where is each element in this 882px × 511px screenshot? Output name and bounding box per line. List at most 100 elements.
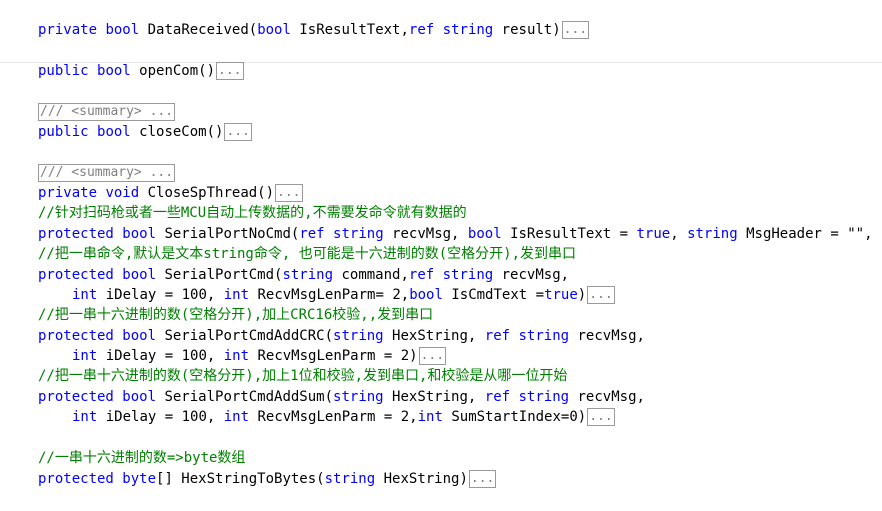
keyword: string [442, 22, 494, 38]
collapsed-region-button[interactable]: ... [418, 347, 447, 365]
keyword: int [72, 287, 98, 303]
keyword: string [324, 471, 376, 487]
code-text: RecvMsgLenParm= 2, [249, 287, 410, 303]
code-line-summary[interactable]: /// <summary> ... [38, 102, 176, 122]
keyword: string [282, 267, 334, 283]
keyword: bool [97, 63, 131, 79]
keyword: string [442, 267, 494, 283]
keyword: ref [299, 226, 325, 242]
keyword: int [72, 409, 98, 425]
keyword: protected [38, 226, 114, 242]
code-text: closeCom() [130, 124, 224, 140]
code-text: result) [493, 22, 561, 38]
code-line-serialportcmd[interactable]: protected bool SerialPortCmd(string comm… [38, 265, 569, 285]
keyword: byte [122, 471, 157, 487]
code-line-serialportcmd-params[interactable]: int iDelay = 100, int RecvMsgLenParm= 2,… [72, 285, 615, 305]
code-line-serialportcmdaddcrc[interactable]: protected bool SerialPortCmdAddCRC(strin… [38, 326, 645, 346]
keyword: void [105, 185, 140, 201]
code-text: IsCmdText = [442, 287, 545, 303]
code-text: HexString, [383, 328, 485, 344]
keyword: protected [38, 328, 114, 344]
code-text: SumStartIndex=0) [442, 409, 587, 425]
code-text: RecvMsgLenParm = 2, [249, 409, 418, 425]
code-text: openCom() [130, 63, 216, 79]
code-text: HexString, [383, 389, 485, 405]
code-line-closecom[interactable]: public bool closeCom()... [38, 122, 252, 142]
code-text: CloseSpThread() [139, 185, 275, 201]
code-text: recvMsg, [383, 226, 468, 242]
collapsed-region-button[interactable]: ... [216, 62, 244, 80]
code-text: iDelay = 100, [97, 287, 224, 303]
collapsed-region-button[interactable]: ... [275, 184, 303, 202]
collapsed-region-button[interactable]: ... [468, 470, 497, 488]
keyword: bool [122, 328, 157, 344]
code-line-serialportcmdaddsum[interactable]: protected bool SerialPortCmdAddSum(strin… [38, 387, 645, 407]
keyword: true [544, 287, 578, 303]
keyword: string [333, 389, 384, 405]
keyword: ref [484, 328, 511, 344]
collapsed-summary-button[interactable]: /// <summary> ... [38, 164, 176, 182]
code-comment: //把一串命令,默认是文本string命令, 也可能是十六进制的数(空格分开),… [38, 246, 577, 262]
keyword: private [38, 22, 98, 38]
keyword: string [333, 226, 384, 242]
collapsed-region-button[interactable]: ... [561, 21, 590, 39]
keyword: bool [122, 267, 157, 283]
keyword: string [518, 328, 570, 344]
keyword: true [636, 226, 671, 242]
code-text: recvMsg, [493, 267, 570, 283]
code-text: ) [577, 287, 587, 303]
code-line-summary[interactable]: /// <summary> ... [38, 163, 176, 183]
keyword: int [72, 348, 98, 364]
code-text: SerialPortCmdAddCRC( [156, 328, 334, 344]
code-text: , [670, 226, 688, 242]
collapsed-region-button[interactable]: ... [224, 123, 252, 141]
code-line-closespthread[interactable]: private void CloseSpThread()... [38, 183, 303, 203]
code-text: iDelay = 100, [97, 348, 224, 364]
keyword: protected [38, 389, 114, 405]
keyword: protected [38, 471, 114, 487]
code-text: IsResultText, [290, 22, 409, 38]
code-line-hexstringtobytes[interactable]: protected byte[] HexStringToBytes(string… [38, 469, 497, 489]
code-text: recvMsg, [569, 328, 645, 344]
keyword: string [518, 389, 570, 405]
collapsed-region-button[interactable]: ... [587, 408, 615, 426]
keyword: bool [105, 22, 140, 38]
code-comment: //把一串十六进制的数(空格分开),加上CRC16校验,,发到串口 [38, 307, 434, 323]
keyword: bool [409, 287, 443, 303]
code-line-serialportcmdaddcrc-params[interactable]: int iDelay = 100, int RecvMsgLenParm = 2… [72, 346, 447, 366]
keyword: int [223, 287, 250, 303]
keyword: public [38, 63, 89, 79]
code-text: command, [333, 267, 409, 283]
keyword: string [687, 226, 738, 242]
code-text: DataReceived( [139, 22, 258, 38]
code-text: HexString) [375, 471, 468, 487]
keyword: int [417, 409, 443, 425]
code-text: [] HexStringToBytes( [156, 471, 325, 487]
code-text: SerialPortCmd( [156, 267, 283, 283]
keyword: int [223, 348, 250, 364]
keyword: int [223, 409, 250, 425]
code-line-serialportnocmd[interactable]: protected bool SerialPortNoCmd(ref strin… [38, 224, 873, 244]
keyword: private [38, 185, 98, 201]
code-line-opencom[interactable]: public bool openCom()... [38, 61, 244, 81]
code-text: iDelay = 100, [97, 409, 224, 425]
keyword: ref [484, 389, 511, 405]
collapsed-region-button[interactable]: ... [587, 286, 615, 304]
code-text: RecvMsgLenParm = 2) [249, 348, 418, 364]
keyword: protected [38, 267, 114, 283]
keyword: ref [408, 22, 435, 38]
code-text: IsResultText = [501, 226, 637, 242]
keyword: bool [122, 226, 157, 242]
code-editor[interactable]: private bool DataReceived(bool IsResultT… [0, 0, 882, 511]
keyword: bool [257, 22, 291, 38]
code-line-serialportcmdaddsum-params[interactable]: int iDelay = 100, int RecvMsgLenParm = 2… [72, 407, 615, 427]
keyword: ref [408, 267, 435, 283]
collapsed-summary-button[interactable]: /// <summary> ... [38, 103, 176, 121]
keyword: string [333, 328, 384, 344]
keyword: bool [97, 124, 131, 140]
keyword: public [38, 124, 89, 140]
code-comment: //把一串十六进制的数(空格分开),加上1位和校验,发到串口,和校验是从哪一位开… [38, 368, 568, 384]
code-text: SerialPortCmdAddSum( [156, 389, 334, 405]
code-comment: //一串十六进制的数=>byte数组 [38, 450, 246, 466]
code-line-datareceived[interactable]: private bool DataReceived(bool IsResultT… [38, 20, 590, 40]
